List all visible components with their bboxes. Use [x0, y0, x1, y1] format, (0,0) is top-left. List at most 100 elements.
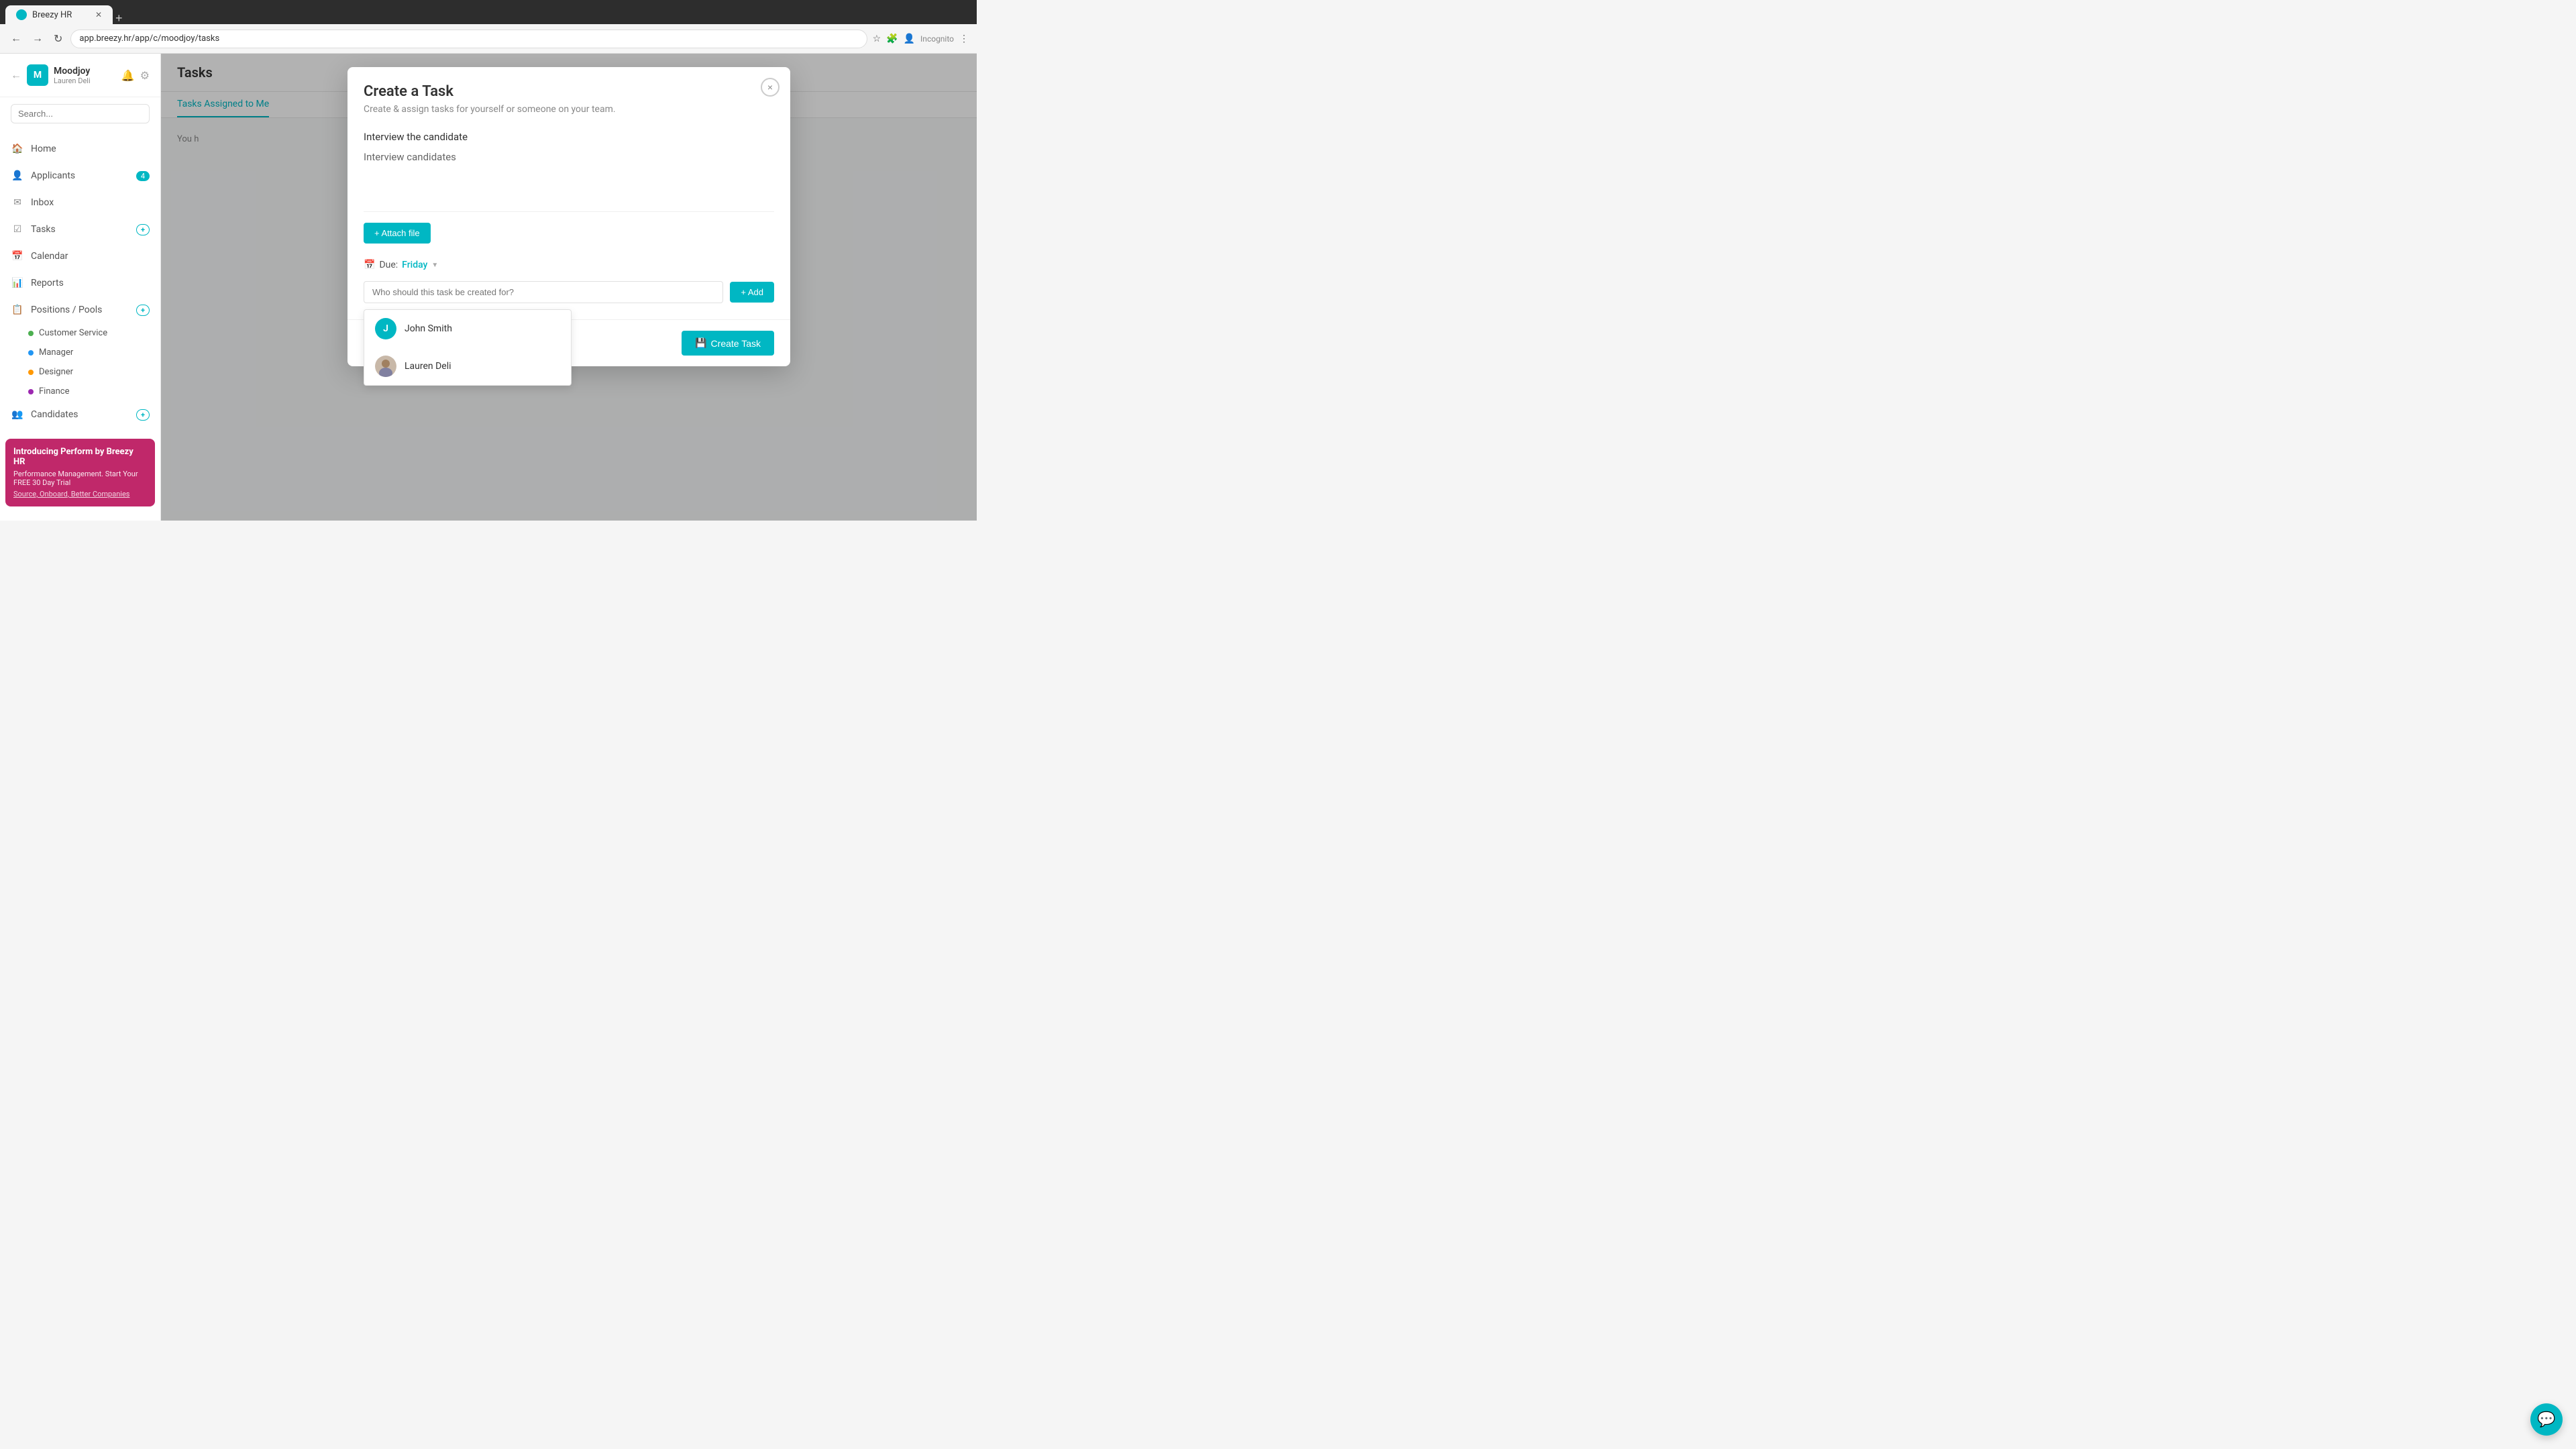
sidebar-navigation: 🏠 Home 👤 Applicants 4 ✉ Inbox ☑ Tasks + … [0, 130, 160, 433]
menu-icon[interactable]: ⋮ [959, 34, 969, 44]
applicants-badge: 4 [136, 171, 150, 181]
url-text: app.breezy.hr/app/c/moodjoy/tasks [79, 34, 219, 44]
incognito-label: Incognito [920, 34, 954, 44]
tasks-label: Tasks [31, 224, 129, 235]
designer-dot [28, 370, 34, 375]
modal-title: Create a Task [364, 83, 774, 100]
modal-close-btn[interactable]: × [761, 78, 780, 97]
subnav-finance[interactable]: Finance [28, 382, 160, 401]
task-title-text: Interview the candidate [364, 131, 774, 143]
john-avatar: J [375, 318, 396, 339]
back-btn[interactable]: ← [8, 30, 24, 48]
extensions-icon[interactable]: 🧩 [886, 34, 898, 44]
applicants-icon: 👤 [11, 169, 24, 182]
task-text-area[interactable]: Interview the candidate Interview candid… [364, 123, 774, 212]
assign-input[interactable] [364, 281, 723, 303]
new-tab-btn[interactable]: + [115, 12, 123, 24]
reports-icon: 📊 [11, 276, 24, 290]
tab-label: Breezy HR [32, 10, 72, 20]
refresh-btn[interactable]: ↻ [51, 30, 65, 48]
tab-bar: Breezy HR ✕ + [0, 0, 977, 24]
applicants-label: Applicants [31, 170, 129, 181]
tab-close-btn[interactable]: ✕ [95, 10, 102, 19]
sidebar: ← M Moodjoy Lauren Deli 🔔 ⚙ 🏠 Home 👤 App… [0, 54, 161, 521]
manager-label: Manager [39, 347, 73, 358]
sidebar-item-applicants[interactable]: 👤 Applicants 4 [0, 162, 160, 189]
close-icon: × [767, 82, 773, 93]
add-assignee-btn[interactable]: + Add [730, 282, 774, 303]
sidebar-item-home[interactable]: 🏠 Home [0, 136, 160, 162]
finance-label: Finance [39, 386, 69, 396]
task-description-text: Interview candidates [364, 151, 774, 163]
sidebar-item-candidates[interactable]: 👥 Candidates + [0, 401, 160, 428]
subnav-designer[interactable]: Designer [28, 362, 160, 382]
forward-btn[interactable]: → [30, 30, 46, 48]
address-actions: ☆ 🧩 👤 Incognito ⋮ [873, 34, 969, 44]
modal-body: Interview the candidate Interview candid… [347, 123, 790, 319]
notification-icon[interactable]: 🔔 [121, 69, 135, 82]
settings-icon[interactable]: ⚙ [140, 69, 150, 82]
modal-overlay: Create a Task Create & assign tasks for … [161, 54, 977, 521]
sidebar-promo[interactable]: Introducing Perform by Breezy HR Perform… [5, 439, 155, 506]
lauren-avatar-img [375, 356, 396, 377]
main-content: Tasks Tasks Assigned to Me You h Create … [161, 54, 977, 521]
positions-subnav: Customer Service Manager Designer Financ… [0, 323, 160, 401]
modal-subtitle: Create & assign tasks for yourself or so… [364, 104, 774, 115]
manager-dot [28, 350, 34, 356]
profile-icon[interactable]: 👤 [904, 34, 915, 44]
url-bar[interactable]: app.breezy.hr/app/c/moodjoy/tasks [70, 30, 867, 48]
lauren-avatar [375, 356, 396, 377]
bookmark-icon[interactable]: ☆ [873, 34, 881, 44]
app-layout: ← M Moodjoy Lauren Deli 🔔 ⚙ 🏠 Home 👤 App… [0, 54, 977, 521]
promo-link[interactable]: Source, Onboard, Better Companies [13, 490, 147, 498]
candidates-badge: + [136, 409, 150, 421]
tasks-icon: ☑ [11, 223, 24, 236]
finance-dot [28, 389, 34, 394]
chat-icon: 💬 [2537, 1411, 2555, 1428]
dropdown-item-lauren[interactable]: Lauren Deli [364, 347, 571, 385]
calendar-icon: 📅 [11, 250, 24, 263]
attach-file-btn[interactable]: + Attach file [364, 223, 431, 244]
tasks-badge: + [136, 224, 150, 235]
promo-title: Introducing Perform by Breezy HR [13, 447, 147, 467]
candidates-label: Candidates [31, 409, 129, 420]
sidebar-search-input[interactable] [11, 104, 150, 123]
dropdown-item-john[interactable]: J John Smith [364, 310, 571, 347]
subnav-manager[interactable]: Manager [28, 343, 160, 362]
inbox-icon: ✉ [11, 196, 24, 209]
sidebar-item-positions[interactable]: 📋 Positions / Pools + [0, 297, 160, 323]
due-dropdown-icon: ▼ [431, 262, 438, 269]
calendar-label: Calendar [31, 251, 150, 262]
sidebar-logo: M [27, 64, 48, 86]
due-date-row[interactable]: 📅 Due: Friday ▼ [364, 254, 774, 276]
sidebar-back-btn[interactable]: ← [11, 68, 21, 82]
create-task-btn[interactable]: 💾 Create Task [682, 331, 774, 356]
reports-label: Reports [31, 278, 150, 288]
address-bar: ← → ↻ app.breezy.hr/app/c/moodjoy/tasks … [0, 24, 977, 54]
lauren-name: Lauren Deli [405, 361, 451, 372]
sidebar-item-calendar[interactable]: 📅 Calendar [0, 243, 160, 270]
candidates-icon: 👥 [11, 408, 24, 421]
tab-favicon [16, 9, 27, 20]
sidebar-item-reports[interactable]: 📊 Reports [0, 270, 160, 297]
active-tab[interactable]: Breezy HR ✕ [5, 5, 113, 24]
home-icon: 🏠 [11, 142, 24, 156]
assignee-dropdown: J John Smith [364, 309, 572, 386]
subnav-customer-service[interactable]: Customer Service [28, 323, 160, 343]
positions-icon: 📋 [11, 303, 24, 317]
modal-header: Create a Task Create & assign tasks for … [347, 67, 790, 123]
customer-service-dot [28, 331, 34, 336]
company-name: Moodjoy [54, 66, 91, 76]
sidebar-item-inbox[interactable]: ✉ Inbox [0, 189, 160, 216]
sidebar-item-tasks[interactable]: ☑ Tasks + [0, 216, 160, 243]
sidebar-company-info: Moodjoy Lauren Deli [54, 66, 91, 85]
create-task-modal: Create a Task Create & assign tasks for … [347, 67, 790, 366]
home-label: Home [31, 144, 150, 154]
customer-service-label: Customer Service [39, 328, 107, 338]
calendar-due-icon: 📅 [364, 260, 375, 270]
sidebar-search-container [0, 97, 160, 130]
create-icon: 💾 [695, 337, 706, 349]
john-name: John Smith [405, 323, 452, 334]
chat-widget-btn[interactable]: 💬 [2530, 1403, 2563, 1436]
positions-badge: + [136, 305, 150, 316]
